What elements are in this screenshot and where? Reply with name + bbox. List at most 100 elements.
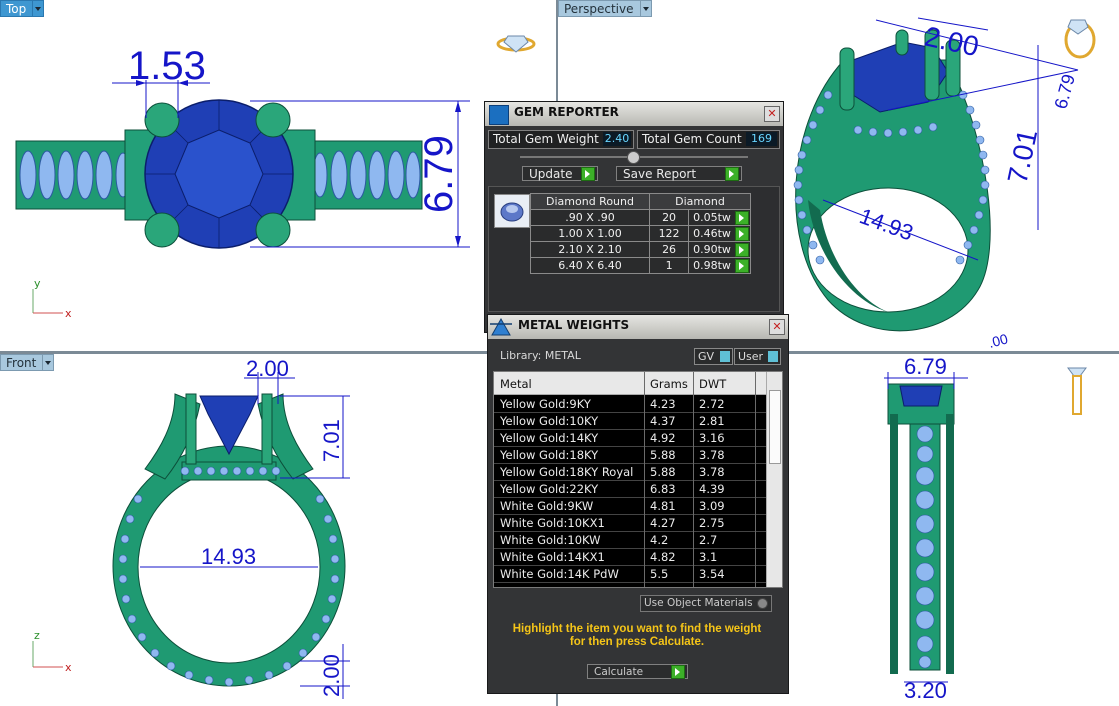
metal-row[interactable]: Yellow Gold:22KY 6.83 4.39 bbox=[494, 480, 766, 498]
gem-row[interactable]: 6.40 X 6.40 1 0.98tw bbox=[530, 257, 751, 274]
metal-row[interactable]: White Gold:10KW 4.2 2.7 bbox=[494, 531, 766, 549]
play-icon bbox=[581, 167, 595, 181]
header-dwt[interactable]: DWT bbox=[699, 377, 726, 391]
metal-list[interactable]: Metal Grams DWT Yellow Gold:9KY 4.23 2.72 … bbox=[493, 371, 783, 588]
user-toggle[interactable]: User bbox=[734, 348, 781, 365]
chevron-down-icon[interactable] bbox=[42, 354, 55, 371]
front-view-canvas[interactable]: 2.00 7.01 14.93 2.00 z x bbox=[0, 354, 556, 706]
front-viewport[interactable]: 2.00 7.01 14.93 2.00 z x Front bbox=[0, 354, 556, 706]
metal-row[interactable]: Yellow Gold:9KY 4.23 2.72 bbox=[494, 395, 766, 413]
scrollbar-thumb[interactable] bbox=[769, 390, 781, 464]
update-label: Update bbox=[529, 167, 573, 181]
column-divider bbox=[644, 372, 645, 587]
arrowhead bbox=[455, 101, 461, 112]
metal-row[interactable]: White Gold:10KX1 4.27 2.75 bbox=[494, 514, 766, 532]
dimension-label-front-height: 7.01 bbox=[319, 419, 344, 462]
calculate-label: Calculate bbox=[594, 666, 644, 678]
select-gem-row-button[interactable] bbox=[735, 227, 749, 241]
column-divider bbox=[693, 372, 694, 587]
top-view-canvas[interactable]: 1.53 6.79 y x bbox=[0, 0, 556, 351]
total-gem-count-label: Total Gem Count bbox=[642, 132, 742, 146]
header-metal[interactable]: Metal bbox=[500, 377, 532, 391]
ring-side-icon bbox=[1067, 367, 1087, 415]
table-facet bbox=[174, 129, 264, 219]
svg-text:z: z bbox=[34, 629, 40, 642]
gem-row[interactable]: 2.10 X 2.10 26 0.90tw bbox=[530, 241, 751, 258]
metal-row[interactable]: Yellow Gold:14KY 4.92 3.16 bbox=[494, 429, 766, 447]
instruction-line-1: Highlight the item you want to find the … bbox=[512, 623, 762, 635]
calculate-button[interactable]: Calculate bbox=[587, 664, 688, 679]
total-gem-count-value: 169 bbox=[746, 132, 777, 146]
column-divider bbox=[755, 372, 756, 587]
metal-row[interactable]: White Gold:14KX1 4.82 3.1 bbox=[494, 548, 766, 566]
diamond-round-thumbnail[interactable] bbox=[494, 194, 530, 228]
shank-edge-right bbox=[946, 414, 954, 674]
select-gem-row-button[interactable] bbox=[735, 211, 749, 225]
gv-toggle[interactable]: GV bbox=[694, 348, 733, 365]
metal-list-scrollbar[interactable] bbox=[766, 372, 782, 587]
viewport-name[interactable]: Front bbox=[0, 354, 43, 371]
toggle-indicator bbox=[720, 351, 730, 362]
gem-reporter-titlebar[interactable]: GEM REPORTER ✕ bbox=[485, 102, 783, 126]
total-gem-count-field: Total Gem Count 169 bbox=[637, 130, 780, 149]
metal-row[interactable]: White Gold:14K PdW 5.5 3.54 bbox=[494, 565, 766, 583]
gv-label: GV bbox=[698, 350, 715, 363]
chevron-down-icon[interactable] bbox=[32, 0, 45, 17]
total-gem-weight-field: Total Gem Weight 2.40 bbox=[488, 130, 634, 149]
svg-text:x: x bbox=[65, 661, 72, 674]
shank-edge-left bbox=[890, 414, 898, 674]
play-icon bbox=[671, 665, 685, 679]
gem-header-shape: Diamond Round bbox=[530, 193, 650, 210]
diamond-ring-icon bbox=[496, 35, 536, 53]
metal-row[interactable]: White Gold:9KW 4.81 3.09 bbox=[494, 497, 766, 515]
select-gem-row-button[interactable] bbox=[735, 259, 749, 273]
gem-size: 1.00 X 1.00 bbox=[530, 225, 650, 242]
viewport-label-top[interactable]: Top bbox=[0, 0, 45, 17]
dimension-label-top-length: 6.79 bbox=[417, 135, 461, 213]
metal-weights-title: METAL WEIGHTS bbox=[518, 318, 630, 332]
total-gem-weight-value: 2.40 bbox=[603, 132, 631, 146]
center-stone-front bbox=[199, 395, 259, 456]
gem-count: 1 bbox=[648, 257, 690, 274]
top-viewport[interactable]: 1.53 6.79 y x Top bbox=[0, 0, 556, 351]
arrowhead bbox=[455, 236, 461, 247]
gem-row[interactable]: 1.00 X 1.00 122 0.46tw bbox=[530, 225, 751, 242]
gem-reporter-icon bbox=[489, 105, 509, 125]
viewport-label-front[interactable]: Front bbox=[0, 354, 55, 371]
axis-indicator-front: z x bbox=[32, 629, 72, 674]
dimension-label-right-width: 6.79 bbox=[904, 354, 947, 379]
save-report-button[interactable]: Save Report bbox=[616, 166, 742, 181]
center-stone-right bbox=[899, 385, 943, 407]
header-grams[interactable]: Grams bbox=[650, 377, 688, 391]
slider-handle[interactable] bbox=[627, 151, 640, 164]
gem-count: 26 bbox=[648, 241, 690, 258]
instruction-line-2: for then press Calculate. bbox=[569, 636, 705, 648]
select-gem-row-button[interactable] bbox=[735, 243, 749, 257]
gem-header-type: Diamond bbox=[649, 193, 751, 210]
close-icon[interactable]: ✕ bbox=[769, 319, 785, 335]
ring-icon bbox=[1064, 19, 1096, 59]
ring-opening bbox=[807, 187, 969, 313]
metal-weights-titlebar[interactable]: METAL WEIGHTS ✕ bbox=[488, 315, 788, 339]
gem-row[interactable]: .90 X .90 20 0.05tw bbox=[530, 209, 751, 226]
dimension-label-persp-band: .00 bbox=[987, 330, 1010, 351]
gem-table: Diamond Round Diamond .90 X .90 20 0.05t… bbox=[530, 193, 751, 274]
report-slider[interactable] bbox=[520, 151, 748, 164]
metal-row[interactable]: Yellow Gold:18KY Royal 5.88 3.78 bbox=[494, 463, 766, 481]
close-icon[interactable]: ✕ bbox=[764, 106, 780, 122]
use-object-materials-toggle[interactable]: Use Object Materials bbox=[640, 595, 772, 612]
metal-row[interactable]: Yellow Gold:10KY 4.37 2.81 bbox=[494, 412, 766, 430]
use-object-materials-label: Use Object Materials bbox=[644, 597, 753, 609]
viewport-name[interactable]: Perspective bbox=[558, 0, 640, 17]
update-button[interactable]: Update bbox=[522, 166, 598, 181]
svg-text:y: y bbox=[34, 277, 41, 290]
axis-indicator-top: y x bbox=[32, 277, 72, 320]
gem-size: 6.40 X 6.40 bbox=[530, 257, 650, 274]
gem-size: 2.10 X 2.10 bbox=[530, 241, 650, 258]
viewport-label-perspective[interactable]: Perspective bbox=[558, 0, 652, 17]
radio-indicator bbox=[757, 598, 768, 609]
viewport-name[interactable]: Top bbox=[0, 0, 33, 17]
metal-row[interactable]: Yellow Gold:18KY 5.88 3.78 bbox=[494, 446, 766, 464]
scale-icon bbox=[490, 317, 512, 336]
chevron-down-icon[interactable] bbox=[639, 0, 652, 17]
